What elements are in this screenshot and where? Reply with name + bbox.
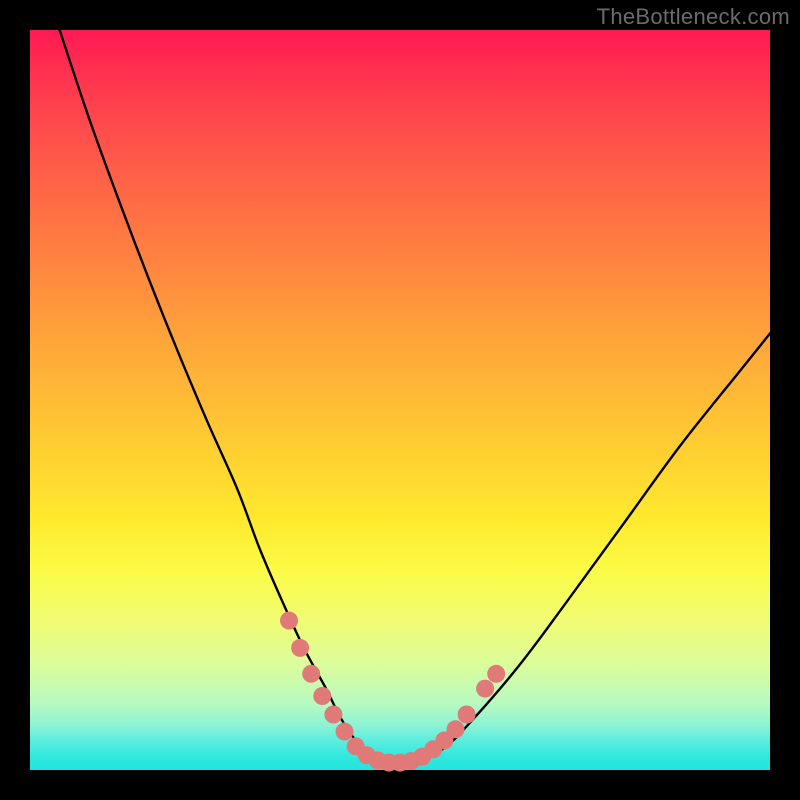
- bottleneck-curve: [60, 30, 770, 764]
- curve-group: [60, 30, 770, 764]
- curve-marker: [291, 639, 309, 657]
- curve-marker: [476, 680, 494, 698]
- curve-marker: [280, 612, 298, 630]
- curve-marker: [458, 706, 476, 724]
- curve-marker: [447, 720, 465, 738]
- curve-marker: [313, 687, 331, 705]
- curve-marker: [324, 706, 342, 724]
- curve-marker: [487, 665, 505, 683]
- watermark-text: TheBottleneck.com: [597, 4, 790, 30]
- chart-svg: [0, 0, 800, 800]
- curve-marker: [336, 723, 354, 741]
- marker-group: [280, 612, 505, 772]
- curve-marker: [302, 665, 320, 683]
